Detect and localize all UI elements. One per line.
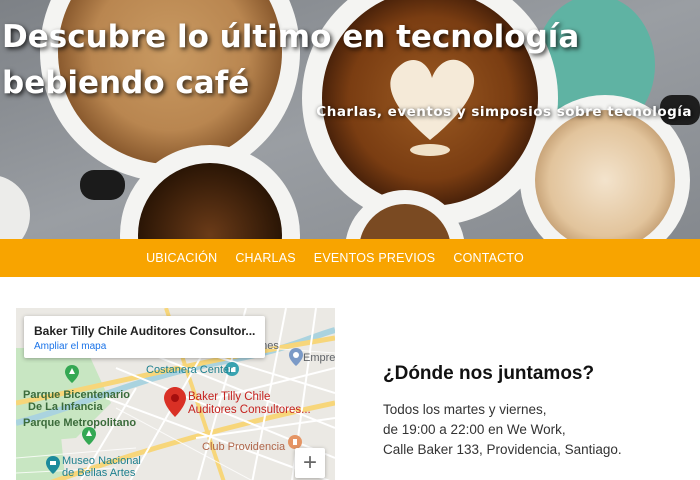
map-label-club: Club Providencia xyxy=(202,441,286,453)
club-icon xyxy=(288,435,302,449)
nav-item-ubicacion[interactable]: UBICACIÓN xyxy=(146,251,217,265)
nav-item-eventos-previos[interactable]: EVENTOS PREVIOS xyxy=(314,251,436,265)
map-label-metropolitano: Parque Metropolitano xyxy=(23,417,137,429)
map-place-card: Baker Tilly Chile Auditores Consultor...… xyxy=(24,316,265,358)
map-label-museo-1: Museo Nacional xyxy=(62,455,141,467)
park-icon xyxy=(65,365,79,383)
map-label-empres: Empres xyxy=(303,352,335,364)
nav-item-contacto[interactable]: CONTACTO xyxy=(453,251,524,265)
meeting-schedule-time: de 19:00 a 22:00 en We Work, xyxy=(383,422,566,437)
pin-icon[interactable] xyxy=(164,387,186,417)
hero-banner: Descubre lo último en tecnología bebiend… xyxy=(0,0,700,239)
meeting-place-heading: ¿Dónde nos juntamos? xyxy=(383,363,595,384)
map-label-pin-2: Auditores Consultores... xyxy=(188,404,311,416)
museum-icon xyxy=(46,456,60,474)
main-navigation: UBICACIÓN CHARLAS EVENTOS PREVIOS CONTAC… xyxy=(0,239,700,277)
plus-icon: + xyxy=(302,449,317,476)
embedded-map[interactable]: ones Empres Costanera Center Parque Bice… xyxy=(16,308,335,480)
map-label-parque-bicentenario-1: Parque Bicentenario xyxy=(23,389,130,401)
map-label-museo-2: de Bellas Artes xyxy=(62,467,136,479)
hero-subtitle: Charlas, eventos y simposios sobre tecno… xyxy=(316,104,692,120)
map-label-parque-bicentenario-2: De La Infancia xyxy=(28,401,103,413)
map-label-pin-1: Baker Tilly Chile xyxy=(188,391,271,403)
tree-icon xyxy=(82,427,96,445)
map-label-costanera: Costanera Center xyxy=(146,364,233,376)
hero-title: Descubre lo último en tecnología bebiend… xyxy=(2,14,642,106)
meeting-address: Calle Baker 133, Providencia, Santiago. xyxy=(383,442,622,457)
nav-item-charlas[interactable]: CHARLAS xyxy=(235,251,295,265)
info-icon xyxy=(289,348,303,366)
map-place-title: Baker Tilly Chile Auditores Consultor... xyxy=(34,324,256,338)
enlarge-map-link[interactable]: Ampliar el mapa xyxy=(34,341,265,352)
zoom-in-button[interactable]: + xyxy=(295,448,325,478)
meeting-schedule-days: Todos los martes y viernes, xyxy=(383,402,547,417)
hero-title-line-2: bebiendo café xyxy=(2,65,250,101)
hero-title-line-1: Descubre lo último en tecnología xyxy=(2,19,580,55)
